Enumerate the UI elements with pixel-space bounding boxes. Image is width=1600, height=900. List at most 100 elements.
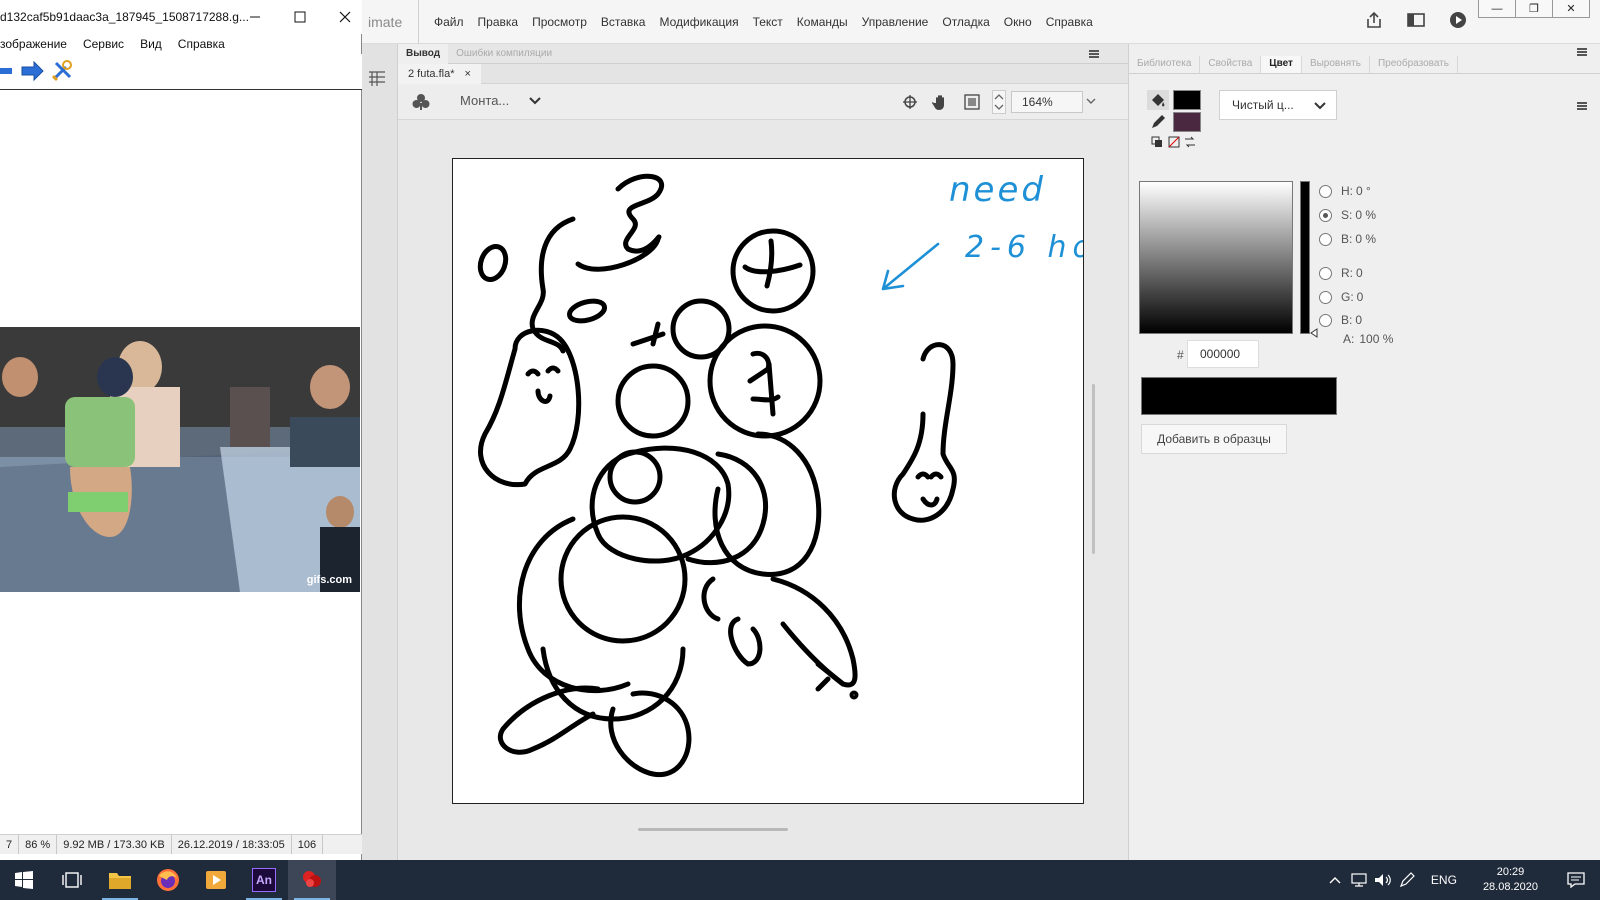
scene-dropdown[interactable]: Монта... (460, 93, 541, 108)
fill-color-swatch[interactable] (1173, 90, 1201, 110)
scene-dropdown-label: Монта... (460, 93, 510, 108)
tab-compiler-errors[interactable]: Ошибки компиляции (448, 44, 560, 64)
share-icon[interactable] (1364, 10, 1384, 30)
tab-color[interactable]: Цвет (1261, 56, 1302, 73)
green-value[interactable]: 0 (1357, 290, 1364, 304)
menu-insert[interactable]: Вставка (594, 12, 653, 32)
menu-help[interactable]: Справка (1039, 12, 1100, 32)
resize-grip-icon[interactable] (352, 835, 362, 854)
green-row[interactable]: G: 0 (1319, 290, 1363, 304)
pen-icon[interactable] (1395, 860, 1419, 900)
stroke-color-swatch[interactable] (1173, 112, 1201, 132)
test-movie-icon[interactable] (1448, 10, 1468, 30)
firefox-icon[interactable] (144, 860, 192, 900)
green-radio[interactable] (1319, 290, 1332, 304)
red-row[interactable]: R: 0 (1319, 266, 1363, 280)
snap-icon[interactable] (902, 94, 918, 110)
stage-vertical-scrollbar[interactable] (1092, 384, 1095, 554)
swap-colors-icon[interactable] (1151, 136, 1203, 148)
maximize-icon[interactable]: ❐ (1515, 0, 1553, 18)
scene-icon[interactable] (412, 93, 430, 111)
menu-view[interactable]: Вид (140, 37, 162, 51)
menu-help[interactable]: Справка (178, 37, 225, 51)
minimize-icon[interactable]: — (1478, 0, 1516, 18)
close-tab-icon[interactable]: × (464, 68, 470, 80)
red-value[interactable]: 0 (1356, 266, 1363, 280)
slider-handle-icon[interactable] (1310, 328, 1318, 338)
document-tab-label: 2 futa.fla* (408, 68, 455, 80)
menu-view[interactable]: Просмотр (525, 12, 594, 32)
animate-taskbar-icon[interactable]: An (240, 860, 288, 900)
menu-image[interactable]: зображение (0, 37, 67, 51)
menu-edit[interactable]: Правка (471, 12, 526, 32)
animate-title-bar: imate Файл Правка Просмотр Вставка Модиф… (360, 0, 1600, 44)
panel-menu-icon[interactable] (1089, 50, 1099, 58)
maximize-icon[interactable] (289, 6, 311, 28)
close-icon[interactable]: ✕ (1552, 0, 1590, 18)
close-icon[interactable] (334, 6, 356, 28)
previous-arrow-icon[interactable] (0, 61, 14, 81)
media-player-icon[interactable] (192, 860, 240, 900)
blue-row[interactable]: B: 0 (1319, 313, 1362, 327)
volume-icon[interactable] (1371, 860, 1395, 900)
menu-commands[interactable]: Команды (790, 12, 855, 32)
brightness-row[interactable]: B: 0 % (1319, 232, 1376, 246)
color-picker-square[interactable] (1139, 181, 1293, 334)
saturation-radio[interactable] (1319, 208, 1332, 222)
menu-file[interactable]: Файл (427, 12, 471, 32)
hue-radio[interactable] (1319, 184, 1332, 198)
menu-text[interactable]: Текст (746, 12, 790, 32)
add-to-swatches-button[interactable]: Добавить в образцы (1141, 424, 1287, 454)
color-panel-menu-icon[interactable] (1577, 102, 1587, 110)
tab-transform[interactable]: Преобразовать (1370, 56, 1458, 73)
zoom-chevron-down-icon[interactable] (1086, 98, 1096, 105)
document-tab[interactable]: 2 futa.fla* × (398, 64, 481, 84)
hue-row[interactable]: H: 0 ° (1319, 184, 1371, 198)
alpha-value[interactable]: 100 % (1359, 332, 1393, 346)
stage-canvas[interactable]: need 2-6 hours (452, 158, 1084, 804)
tab-align[interactable]: Выровнять (1302, 56, 1370, 73)
file-explorer-icon[interactable] (96, 860, 144, 900)
menu-window[interactable]: Окно (997, 12, 1039, 32)
hand-tool-icon[interactable] (932, 93, 950, 111)
menu-debug[interactable]: Отладка (935, 12, 996, 32)
tab-library[interactable]: Библиотека (1129, 56, 1201, 73)
blue-radio[interactable] (1319, 313, 1332, 327)
menu-control[interactable]: Управление (855, 12, 936, 32)
zoom-stepper-icon[interactable] (992, 90, 1006, 114)
hue-value[interactable]: 0 ° (1356, 184, 1371, 198)
language-indicator[interactable]: ENG (1419, 873, 1469, 887)
saturation-row[interactable]: S: 0 % (1319, 208, 1376, 222)
tools-icon[interactable] (50, 59, 74, 83)
panel-layout-icon[interactable] (1406, 10, 1426, 30)
tab-properties[interactable]: Свойства (1200, 56, 1262, 73)
fill-bucket-icon[interactable] (1147, 90, 1169, 110)
brightness-radio[interactable] (1319, 232, 1332, 246)
network-icon[interactable] (1347, 860, 1371, 900)
next-arrow-icon[interactable] (20, 60, 44, 82)
saturation-value[interactable]: 0 % (1355, 208, 1376, 222)
clip-stage-icon[interactable] (964, 94, 980, 110)
clock[interactable]: 20:29 28.08.2020 (1469, 865, 1552, 895)
zoom-input[interactable]: 164% (1011, 91, 1083, 113)
brightness-value[interactable]: 0 % (1355, 232, 1376, 246)
collapse-panel-icon[interactable] (1577, 48, 1587, 56)
notifications-icon[interactable] (1552, 860, 1600, 900)
timeline-icon[interactable] (366, 68, 388, 90)
windows-start-icon[interactable] (0, 860, 48, 900)
blue-value[interactable]: 0 (1355, 313, 1362, 327)
task-view-icon[interactable] (48, 860, 96, 900)
minimize-icon[interactable] (244, 6, 266, 28)
fill-type-dropdown[interactable]: Чистый ц... (1219, 90, 1337, 120)
color-slider[interactable] (1300, 181, 1310, 334)
stage-horizontal-scrollbar[interactable] (638, 828, 788, 831)
tab-output[interactable]: Вывод (398, 43, 449, 64)
fill-type-label: Чистый ц... (1232, 98, 1294, 112)
hex-input[interactable]: 000000 (1187, 340, 1259, 368)
stroke-pencil-icon[interactable] (1147, 112, 1169, 132)
menu-modify[interactable]: Модификация (652, 12, 745, 32)
pinned-app-icon[interactable] (288, 860, 336, 900)
red-radio[interactable] (1319, 266, 1332, 280)
show-hidden-icons-icon[interactable] (1323, 860, 1347, 900)
menu-tools[interactable]: Сервис (83, 37, 124, 51)
